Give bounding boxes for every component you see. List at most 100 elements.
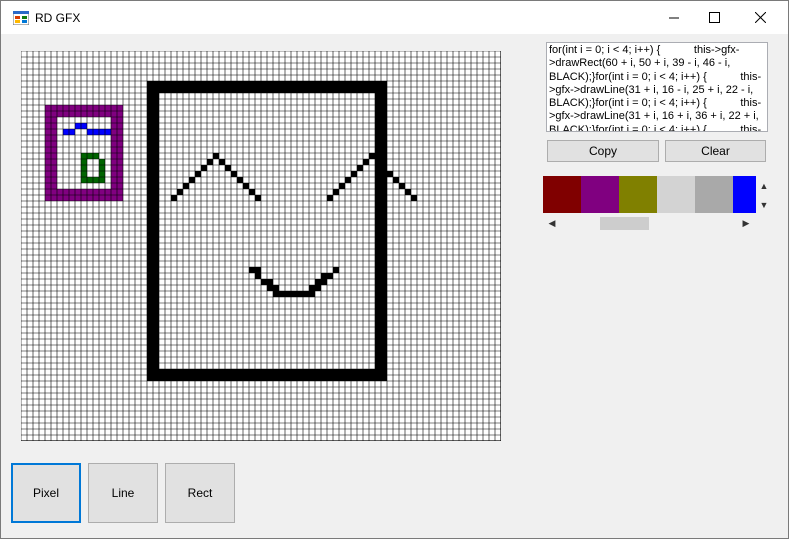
grid-pixel[interactable] bbox=[147, 303, 153, 309]
grid-pixel[interactable] bbox=[285, 81, 291, 87]
grid-pixel[interactable] bbox=[225, 369, 231, 375]
grid-pixel[interactable] bbox=[339, 81, 345, 87]
grid-pixel[interactable] bbox=[381, 255, 387, 261]
grid-pixel[interactable] bbox=[273, 369, 279, 375]
color-swatch[interactable] bbox=[619, 176, 657, 213]
grid-pixel[interactable] bbox=[267, 375, 273, 381]
grid-pixel[interactable] bbox=[111, 153, 117, 159]
grid-pixel[interactable] bbox=[279, 87, 285, 93]
grid-pixel[interactable] bbox=[381, 159, 387, 165]
grid-pixel[interactable] bbox=[243, 375, 249, 381]
grid-pixel[interactable] bbox=[351, 81, 357, 87]
grid-pixel[interactable] bbox=[45, 195, 51, 201]
grid-pixel[interactable] bbox=[147, 297, 153, 303]
grid-pixel[interactable] bbox=[147, 141, 153, 147]
grid-pixel[interactable] bbox=[189, 177, 195, 183]
grid-pixel[interactable] bbox=[153, 375, 159, 381]
grid-pixel[interactable] bbox=[69, 195, 75, 201]
grid-pixel[interactable] bbox=[147, 333, 153, 339]
grid-pixel[interactable] bbox=[231, 171, 237, 177]
grid-pixel[interactable] bbox=[147, 165, 153, 171]
grid-pixel[interactable] bbox=[147, 261, 153, 267]
grid-pixel[interactable] bbox=[159, 87, 165, 93]
grid-pixel[interactable] bbox=[309, 81, 315, 87]
grid-pixel[interactable] bbox=[381, 297, 387, 303]
grid-pixel[interactable] bbox=[99, 171, 105, 177]
grid-pixel[interactable] bbox=[375, 129, 381, 135]
grid-pixel[interactable] bbox=[375, 117, 381, 123]
scroll-right-icon[interactable]: ▶ bbox=[739, 215, 753, 231]
grid-pixel[interactable] bbox=[321, 279, 327, 285]
grid-pixel[interactable] bbox=[333, 189, 339, 195]
grid-pixel[interactable] bbox=[315, 285, 321, 291]
grid-pixel[interactable] bbox=[231, 375, 237, 381]
grid-pixel[interactable] bbox=[273, 81, 279, 87]
grid-pixel[interactable] bbox=[183, 183, 189, 189]
grid-pixel[interactable] bbox=[147, 339, 153, 345]
grid-pixel[interactable] bbox=[45, 129, 51, 135]
grid-pixel[interactable] bbox=[153, 369, 159, 375]
grid-pixel[interactable] bbox=[105, 189, 111, 195]
grid-pixel[interactable] bbox=[375, 345, 381, 351]
grid-pixel[interactable] bbox=[363, 87, 369, 93]
grid-pixel[interactable] bbox=[45, 147, 51, 153]
scrollbar-thumb[interactable] bbox=[600, 217, 649, 230]
grid-pixel[interactable] bbox=[309, 369, 315, 375]
grid-pixel[interactable] bbox=[147, 105, 153, 111]
grid-pixel[interactable] bbox=[153, 297, 159, 303]
grid-pixel[interactable] bbox=[105, 105, 111, 111]
grid-pixel[interactable] bbox=[219, 159, 225, 165]
grid-pixel[interactable] bbox=[213, 153, 219, 159]
grid-pixel[interactable] bbox=[117, 117, 123, 123]
grid-pixel[interactable] bbox=[267, 285, 273, 291]
grid-pixel[interactable] bbox=[375, 249, 381, 255]
grid-pixel[interactable] bbox=[255, 195, 261, 201]
grid-pixel[interactable] bbox=[369, 375, 375, 381]
grid-pixel[interactable] bbox=[153, 123, 159, 129]
grid-pixel[interactable] bbox=[81, 153, 87, 159]
grid-pixel[interactable] bbox=[375, 279, 381, 285]
grid-pixel[interactable] bbox=[63, 111, 69, 117]
grid-pixel[interactable] bbox=[201, 165, 207, 171]
grid-pixel[interactable] bbox=[183, 87, 189, 93]
grid-pixel[interactable] bbox=[327, 87, 333, 93]
grid-pixel[interactable] bbox=[381, 363, 387, 369]
grid-pixel[interactable] bbox=[153, 261, 159, 267]
grid-pixel[interactable] bbox=[381, 195, 387, 201]
grid-pixel[interactable] bbox=[45, 183, 51, 189]
grid-pixel[interactable] bbox=[45, 105, 51, 111]
grid-pixel[interactable] bbox=[237, 81, 243, 87]
grid-pixel[interactable] bbox=[147, 147, 153, 153]
grid-pixel[interactable] bbox=[147, 183, 153, 189]
grid-pixel[interactable] bbox=[117, 183, 123, 189]
grid-pixel[interactable] bbox=[147, 243, 153, 249]
grid-pixel[interactable] bbox=[381, 285, 387, 291]
grid-pixel[interactable] bbox=[153, 117, 159, 123]
grid-pixel[interactable] bbox=[75, 105, 81, 111]
grid-pixel[interactable] bbox=[105, 195, 111, 201]
grid-pixel[interactable] bbox=[381, 291, 387, 297]
grid-pixel[interactable] bbox=[381, 345, 387, 351]
grid-pixel[interactable] bbox=[297, 369, 303, 375]
grid-pixel[interactable] bbox=[105, 129, 111, 135]
grid-pixel[interactable] bbox=[51, 123, 57, 129]
grid-pixel[interactable] bbox=[81, 159, 87, 165]
grid-pixel[interactable] bbox=[87, 111, 93, 117]
grid-pixel[interactable] bbox=[81, 105, 87, 111]
grid-pixel[interactable] bbox=[315, 81, 321, 87]
grid-pixel[interactable] bbox=[195, 87, 201, 93]
grid-pixel[interactable] bbox=[153, 357, 159, 363]
grid-pixel[interactable] bbox=[381, 165, 387, 171]
grid-pixel[interactable] bbox=[147, 201, 153, 207]
grid-pixel[interactable] bbox=[51, 195, 57, 201]
grid-pixel[interactable] bbox=[153, 81, 159, 87]
grid-pixel[interactable] bbox=[375, 219, 381, 225]
maximize-button[interactable] bbox=[691, 1, 737, 34]
grid-pixel[interactable] bbox=[57, 111, 63, 117]
grid-pixel[interactable] bbox=[153, 135, 159, 141]
grid-pixel[interactable] bbox=[375, 159, 381, 165]
grid-pixel[interactable] bbox=[291, 81, 297, 87]
grid-pixel[interactable] bbox=[195, 81, 201, 87]
grid-pixel[interactable] bbox=[165, 87, 171, 93]
grid-pixel[interactable] bbox=[345, 177, 351, 183]
